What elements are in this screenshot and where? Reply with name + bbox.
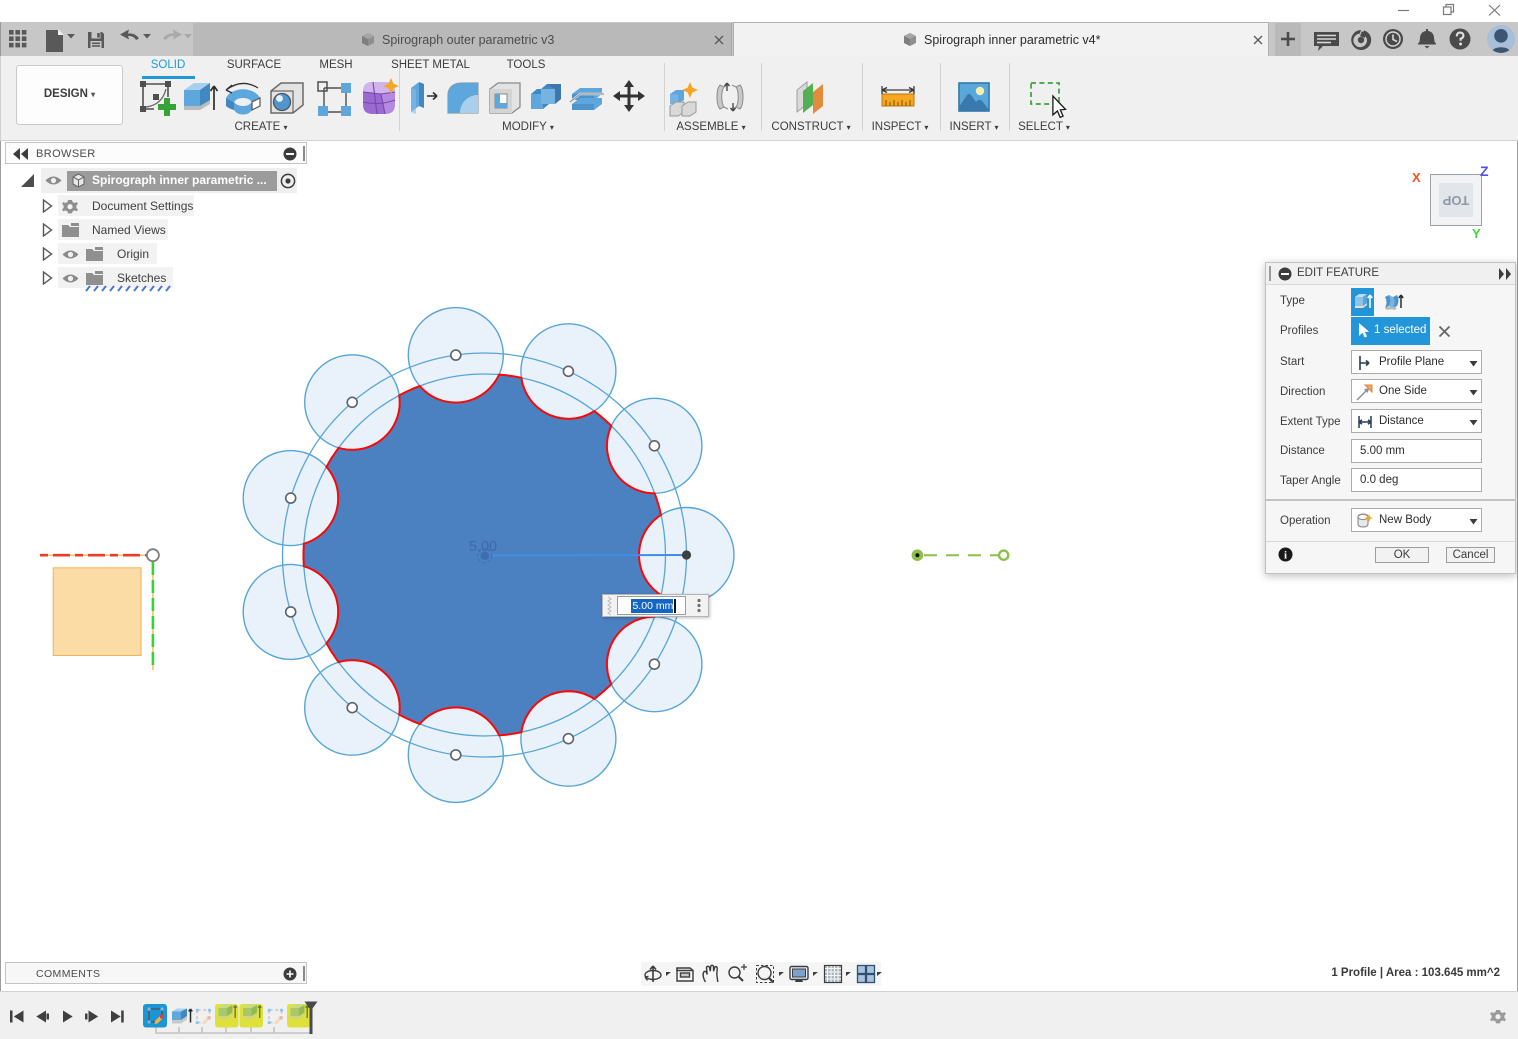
svg-text:i: i <box>1284 550 1287 562</box>
